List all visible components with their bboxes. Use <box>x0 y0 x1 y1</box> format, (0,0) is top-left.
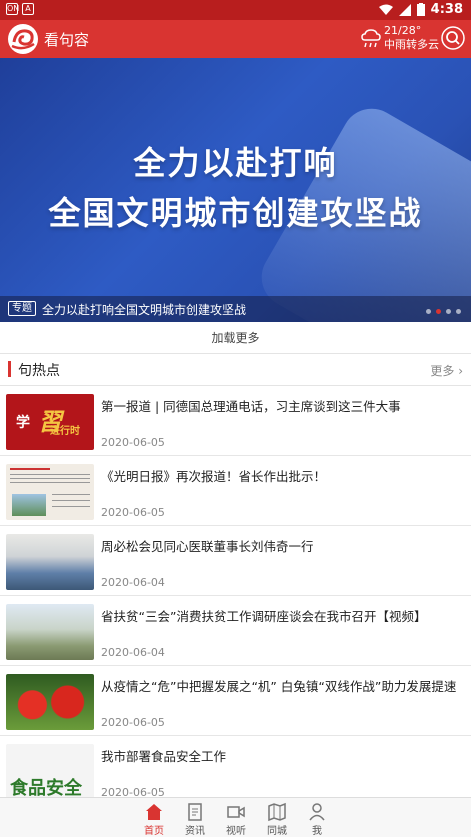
weather-widget[interactable]: 21/28° 中雨转多云 <box>384 24 439 52</box>
rain-cloud-icon <box>361 29 381 48</box>
section-more-link[interactable]: 更多 › <box>430 362 463 379</box>
news-item[interactable]: 省扶贫“三会”消费扶贫工作调研座谈会在我市召开【视频】 2020-06-04 <box>0 596 471 666</box>
app-notification-icon: A <box>22 3 34 15</box>
nav-local[interactable]: 同城 <box>257 802 297 837</box>
banner-tag: 专题 <box>8 301 36 316</box>
carousel-dot[interactable] <box>446 309 451 314</box>
news-item[interactable]: 周必松会见同心医联董事长刘伟奇一行 2020-06-04 <box>0 526 471 596</box>
news-item[interactable]: 《光明日报》再次报道！省长作出批示！ 2020-06-05 <box>0 456 471 526</box>
banner-caption: 全力以赴打响全国文明城市创建攻坚战 <box>42 303 247 317</box>
news-icon <box>188 803 202 821</box>
news-thumbnail: 食品安全 <box>6 744 94 800</box>
news-item[interactable]: 从疫情之“危”中把握发展之“机” 白兔镇“双线作战”助力发展提速 2020-06… <box>0 666 471 736</box>
load-more-button[interactable]: 加载更多 <box>0 322 471 354</box>
map-icon <box>268 802 286 822</box>
section-header: 句热点 更多 › <box>0 354 471 386</box>
weather-temp: 21/28° <box>384 24 422 37</box>
news-item[interactable]: 食品安全 我市部署食品安全工作 2020-06-05 <box>0 736 471 806</box>
video-icon <box>227 806 245 818</box>
news-title: 省扶贫“三会”消费扶贫工作调研座谈会在我市召开【视频】 <box>101 609 427 624</box>
home-icon <box>146 804 162 820</box>
app-title: 看句容 <box>44 31 90 49</box>
carousel-indicators <box>426 309 461 314</box>
news-date: 2020-06-05 <box>101 716 165 729</box>
carousel-dot[interactable] <box>456 309 461 314</box>
news-thumbnail <box>6 464 94 520</box>
wifi-icon <box>378 4 393 15</box>
carousel-dot[interactable] <box>426 309 431 314</box>
news-list: 学 習 进行时 第一报道 | 同德国总理通电话，习主席谈到这三件大事 2020-… <box>0 386 471 806</box>
section-title: 句热点 <box>18 363 60 379</box>
news-item[interactable]: 学 習 进行时 第一报道 | 同德国总理通电话，习主席谈到这三件大事 2020-… <box>0 386 471 456</box>
section-accent-bar <box>8 361 11 377</box>
weather-desc: 中雨转多云 <box>384 38 439 51</box>
news-date: 2020-06-05 <box>101 506 165 519</box>
news-title: 《光明日报》再次报道！省长作出批示！ <box>101 469 327 484</box>
news-thumbnail <box>6 604 94 660</box>
banner-caption-bar: 专题 全力以赴打响全国文明城市创建攻坚战 <box>0 296 471 322</box>
nav-news[interactable]: 资讯 <box>175 802 215 837</box>
battery-icon <box>416 3 425 16</box>
news-thumbnail <box>6 534 94 590</box>
news-title: 从疫情之“危”中把握发展之“机” 白兔镇“双线作战”助力发展提速 <box>101 679 457 694</box>
banner-headline-line2: 全国文明城市创建攻坚战 <box>48 194 423 232</box>
nav-home[interactable]: 首页 <box>134 802 174 837</box>
notification-icon: ON <box>6 3 20 15</box>
clock: 4:38 <box>430 2 463 17</box>
app-logo <box>8 24 38 54</box>
news-thumbnail <box>6 674 94 730</box>
news-date: 2020-06-04 <box>101 646 165 659</box>
news-thumbnail: 学 習 进行时 <box>6 394 94 450</box>
news-title: 周必松会见同心医联董事长刘伟奇一行 <box>101 539 314 554</box>
news-title: 我市部署食品安全工作 <box>101 749 227 764</box>
status-bar: ON A 4:38 <box>0 0 471 20</box>
nav-me[interactable]: 我 <box>297 802 337 837</box>
banner-carousel[interactable]: 全力以赴打响 全国文明城市创建攻坚战 专题 全力以赴打响全国文明城市创建攻坚战 <box>0 58 471 322</box>
news-date: 2020-06-05 <box>101 436 165 449</box>
carousel-dot-active[interactable] <box>436 309 441 314</box>
search-icon[interactable] <box>441 26 465 50</box>
signal-icon <box>398 3 411 16</box>
user-icon <box>309 803 325 821</box>
banner-headline-line1: 全力以赴打响 <box>133 144 338 182</box>
news-date: 2020-06-04 <box>101 576 165 589</box>
news-title: 第一报道 | 同德国总理通电话，习主席谈到这三件大事 <box>101 399 401 414</box>
app-bar: 看句容 21/28° 中雨转多云 <box>0 20 471 58</box>
nav-video[interactable]: 视听 <box>216 802 256 837</box>
bottom-nav: 首页 资讯 视听 同城 我 <box>0 797 471 837</box>
